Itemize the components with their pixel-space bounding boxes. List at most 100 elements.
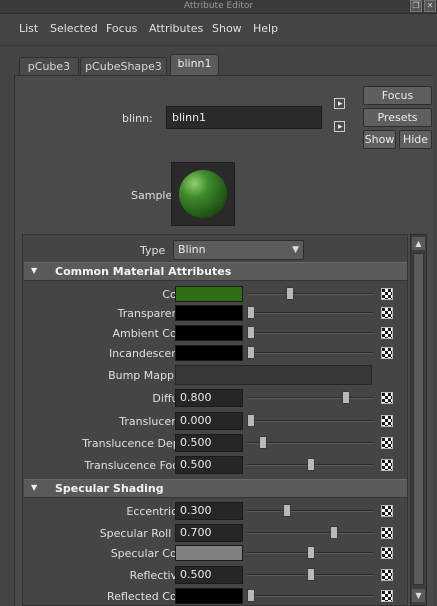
tab-pcube3[interactable]: pCube3 bbox=[19, 57, 79, 76]
color-swatch[interactable] bbox=[175, 345, 243, 361]
value-field[interactable]: 0.500 bbox=[175, 434, 243, 452]
slider-thumb[interactable] bbox=[247, 346, 255, 359]
color-swatch[interactable] bbox=[175, 286, 243, 302]
value-field[interactable]: 0.800 bbox=[175, 389, 243, 407]
node-name-label: blinn: bbox=[122, 112, 153, 125]
slider-track[interactable] bbox=[247, 510, 374, 512]
value-field[interactable]: 0.700 bbox=[175, 524, 243, 542]
vertical-scrollbar[interactable]: ▲ ▼ bbox=[410, 234, 427, 606]
window-titlebar: Attribute Editor ❐ ✕ bbox=[0, 0, 437, 14]
sample-label: Sample bbox=[131, 189, 173, 202]
section-title: Specular Shading bbox=[55, 482, 164, 495]
slider-thumb[interactable] bbox=[286, 287, 295, 300]
material-sphere bbox=[179, 170, 227, 218]
map-button-icon[interactable] bbox=[381, 307, 393, 319]
collapse-triangle-icon[interactable]: ▼ bbox=[31, 266, 37, 275]
map-button-icon[interactable] bbox=[381, 459, 393, 471]
menu-bar: List Selected Focus Attributes Show Help bbox=[0, 14, 437, 46]
map-button-icon[interactable] bbox=[381, 288, 393, 300]
slider-track[interactable] bbox=[247, 595, 374, 597]
attr-row-transparency: Transparency bbox=[24, 303, 407, 323]
bump-map-field[interactable] bbox=[175, 365, 372, 385]
close-icon[interactable]: ✕ bbox=[424, 0, 436, 12]
output-connections-icon[interactable]: ▸ bbox=[334, 121, 348, 134]
map-button-icon[interactable] bbox=[381, 505, 393, 517]
map-button-icon[interactable] bbox=[381, 547, 393, 559]
map-button-icon[interactable] bbox=[381, 590, 393, 602]
slider-thumb[interactable] bbox=[258, 436, 267, 449]
attr-row-ambient-color: Ambient Color bbox=[24, 323, 407, 343]
tab-blinn1[interactable]: blinn1 bbox=[170, 54, 219, 76]
slider-thumb[interactable] bbox=[247, 414, 255, 427]
tab-pcubeshape3[interactable]: pCubeShape3 bbox=[80, 57, 167, 76]
slider-thumb[interactable] bbox=[306, 546, 315, 559]
slider-thumb[interactable] bbox=[330, 526, 339, 539]
slider-thumb[interactable] bbox=[247, 326, 255, 339]
menu-help[interactable]: Help bbox=[253, 22, 278, 35]
presets-button[interactable]: Presets bbox=[363, 108, 432, 127]
scroll-down-icon[interactable]: ▼ bbox=[412, 589, 425, 602]
input-connections-icon[interactable]: ▸ bbox=[334, 98, 348, 111]
attr-row-translucence: Translucence 0.000 bbox=[24, 411, 407, 431]
slider-track[interactable] bbox=[247, 397, 374, 399]
section-specular-shading[interactable]: ▼ Specular Shading bbox=[24, 479, 407, 498]
show-button[interactable]: Show bbox=[363, 130, 396, 149]
menu-focus[interactable]: Focus bbox=[106, 22, 137, 35]
attr-row-specular-roll-off: Specular Roll Off 0.700 bbox=[24, 523, 407, 543]
menu-selected[interactable]: Selected bbox=[50, 22, 98, 35]
restore-icon[interactable]: ❐ bbox=[410, 0, 422, 12]
value-field[interactable]: 0.500 bbox=[175, 566, 243, 584]
attr-row-diffuse: Diffuse 0.800 bbox=[24, 388, 407, 408]
focus-button[interactable]: Focus bbox=[363, 86, 432, 105]
material-sample-swatch bbox=[171, 162, 235, 226]
map-button-icon[interactable] bbox=[381, 347, 393, 359]
hide-button[interactable]: Hide bbox=[399, 130, 432, 149]
collapse-triangle-icon[interactable]: ▼ bbox=[31, 483, 37, 492]
map-button-icon[interactable] bbox=[381, 327, 393, 339]
menu-list[interactable]: List bbox=[19, 22, 38, 35]
attr-row-translucence-focus: Translucence Focus 0.500 bbox=[24, 455, 407, 475]
slider-track[interactable] bbox=[247, 420, 374, 422]
node-name-field[interactable]: blinn1 bbox=[166, 106, 322, 129]
attr-row-reflectivity: Reflectivity 0.500 bbox=[24, 565, 407, 585]
slider-thumb[interactable] bbox=[342, 391, 351, 404]
attr-row-translucence-depth: Translucence Depth 0.500 bbox=[24, 433, 407, 453]
slider-track[interactable] bbox=[247, 332, 374, 334]
menu-attributes[interactable]: Attributes bbox=[149, 22, 203, 35]
map-button-icon[interactable] bbox=[381, 527, 393, 539]
slider-thumb[interactable] bbox=[247, 589, 255, 602]
attr-row-eccentricity: Eccentricity 0.300 bbox=[24, 501, 407, 521]
attr-row-specular-color: Specular Color bbox=[24, 543, 407, 563]
window-title: Attribute Editor bbox=[183, 1, 254, 11]
slider-track[interactable] bbox=[247, 532, 374, 534]
map-button-icon[interactable] bbox=[381, 392, 393, 404]
slider-thumb[interactable] bbox=[306, 568, 315, 581]
value-field[interactable]: 0.300 bbox=[175, 502, 243, 520]
type-dropdown[interactable]: Blinn ▼ bbox=[173, 240, 304, 260]
map-button-icon[interactable] bbox=[381, 569, 393, 581]
node-tabs: pCube3 pCubeShape3 blinn1 bbox=[0, 46, 437, 76]
attr-row-reflected-color: Reflected Color bbox=[24, 586, 407, 606]
color-swatch[interactable] bbox=[175, 545, 243, 561]
slider-thumb[interactable] bbox=[247, 306, 255, 319]
color-swatch[interactable] bbox=[175, 588, 243, 604]
color-swatch[interactable] bbox=[175, 325, 243, 341]
slider-thumb[interactable] bbox=[306, 458, 315, 471]
map-button-icon[interactable] bbox=[381, 437, 393, 449]
slider-track[interactable] bbox=[247, 293, 374, 295]
type-dropdown-value: Blinn bbox=[178, 243, 206, 256]
map-button-icon[interactable] bbox=[381, 415, 393, 427]
slider-track[interactable] bbox=[247, 352, 374, 354]
attr-row-color: Color bbox=[24, 284, 407, 304]
value-field[interactable]: 0.000 bbox=[175, 412, 243, 430]
color-swatch[interactable] bbox=[175, 305, 243, 321]
attr-row-bump-mapping: Bump Mapping bbox=[24, 365, 407, 385]
scroll-up-icon[interactable]: ▲ bbox=[412, 237, 425, 250]
scroll-thumb[interactable] bbox=[413, 253, 424, 585]
menu-show[interactable]: Show bbox=[212, 22, 242, 35]
section-title: Common Material Attributes bbox=[55, 265, 232, 278]
section-common-material[interactable]: ▼ Common Material Attributes bbox=[24, 262, 407, 281]
value-field[interactable]: 0.500 bbox=[175, 456, 243, 474]
slider-thumb[interactable] bbox=[282, 504, 291, 517]
slider-track[interactable] bbox=[247, 312, 374, 314]
